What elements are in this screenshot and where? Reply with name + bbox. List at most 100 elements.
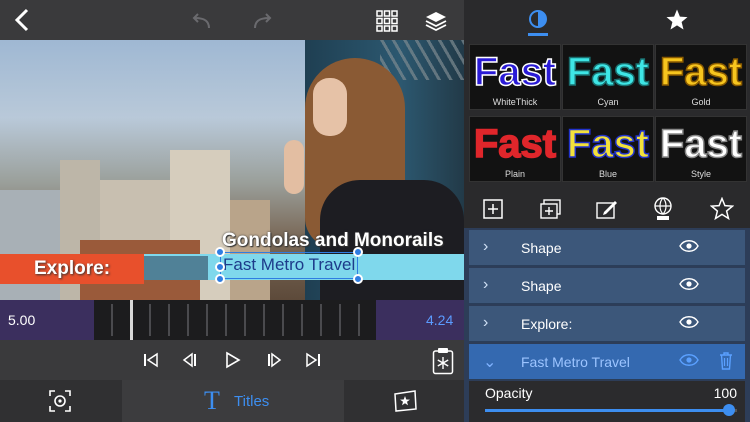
top-toolbar <box>0 0 464 40</box>
title-tag-dark <box>144 256 208 280</box>
style-tile[interactable]: Fast Blue <box>562 116 654 182</box>
ferris-wheel-structure <box>380 40 464 80</box>
chevron-down-icon[interactable]: ⌄ <box>483 352 496 372</box>
layer-label: Explore: <box>521 316 573 332</box>
layer-row-selected[interactable]: ⌄ Fast Metro Travel <box>469 344 745 380</box>
visibility-toggle[interactable] <box>679 315 699 334</box>
timeline-ticks <box>94 304 376 336</box>
tab-appearance[interactable] <box>522 4 554 36</box>
duplicate-icon <box>540 199 561 219</box>
focus-target-icon <box>49 390 71 412</box>
visibility-toggle[interactable] <box>679 277 699 296</box>
style-tile[interactable]: Fast Plain <box>469 116 561 182</box>
opacity-slider-fill <box>485 409 730 412</box>
visibility-toggle[interactable] <box>679 353 699 372</box>
timeline-bar[interactable]: 5.00 4.24 <box>0 300 464 340</box>
inspector-tabs <box>464 0 750 40</box>
chevron-right-icon[interactable]: › <box>483 314 488 332</box>
layer-row[interactable]: › Shape <box>469 268 745 304</box>
video-preview[interactable]: Gondolas and Monorails Explore: Fast Met… <box>0 40 464 300</box>
playhead[interactable] <box>130 300 133 340</box>
delete-layer-button[interactable] <box>719 352 733 375</box>
layer-row[interactable]: › Shape <box>469 230 745 266</box>
eye-icon <box>679 240 699 252</box>
layer-row[interactable]: › Explore: <box>469 306 745 342</box>
opacity-slider-knob[interactable] <box>723 404 736 416</box>
skip-start-icon <box>144 352 158 368</box>
style-label: Blue <box>598 169 617 179</box>
tab-titles[interactable]: T Titles <box>122 380 344 422</box>
style-preview-word: Fast <box>473 49 557 95</box>
add-layer-button[interactable] <box>480 196 506 222</box>
style-tile[interactable]: Fast Style <box>655 116 747 182</box>
resize-handle[interactable] <box>353 274 363 284</box>
undo-icon <box>192 13 210 29</box>
style-preview-word: Fast <box>566 49 650 95</box>
layers-icon <box>425 12 447 32</box>
timeline-start-time: 5.00 <box>8 312 36 328</box>
add-square-icon <box>483 199 503 219</box>
style-layer-button[interactable] <box>650 194 676 224</box>
step-forward-button[interactable] <box>262 350 284 370</box>
chevron-right-icon[interactable]: › <box>483 276 488 294</box>
skip-end-button[interactable] <box>302 350 324 370</box>
style-preview-word: Fast <box>473 121 557 167</box>
grid-button[interactable] <box>374 8 400 34</box>
style-label: Style <box>690 169 711 179</box>
duplicate-layer-button[interactable] <box>538 196 564 222</box>
opacity-panel: Opacity 100 <box>469 381 745 422</box>
tab-favorites[interactable] <box>662 6 692 34</box>
tab-titles-label: Titles <box>234 393 270 410</box>
style-tile[interactable]: Fast Gold <box>655 44 747 110</box>
eye-icon <box>679 316 699 328</box>
layer-label: Shape <box>521 278 562 294</box>
title-heading[interactable]: Gondolas and Monorails <box>222 230 444 252</box>
woman-face <box>313 78 347 136</box>
style-label: WhiteThick <box>492 97 538 107</box>
style-label: Plain <box>504 169 525 179</box>
clipboard-button[interactable] <box>430 346 456 376</box>
skip-start-button[interactable] <box>140 350 162 370</box>
step-back-button[interactable] <box>180 350 202 370</box>
layer-label: Shape <box>521 240 562 256</box>
back-button[interactable] <box>8 6 36 34</box>
resize-handle[interactable] <box>215 262 225 272</box>
visibility-toggle[interactable] <box>679 239 699 258</box>
chevron-left-icon <box>14 8 29 32</box>
star-outline-icon <box>710 197 734 221</box>
style-tile[interactable]: Fast WhiteThick <box>469 44 561 110</box>
opacity-slider[interactable] <box>485 404 737 416</box>
layers-button[interactable] <box>422 8 450 34</box>
redo-icon <box>254 13 272 29</box>
opacity-label: Opacity <box>485 385 533 401</box>
bottom-tab-bar: T Titles <box>0 380 464 422</box>
chevron-right-icon[interactable]: › <box>483 238 488 256</box>
undo-button[interactable] <box>186 8 216 34</box>
step-forward-icon <box>268 352 282 368</box>
style-tile[interactable]: Fast Cyan <box>562 44 654 110</box>
layer-tools <box>464 190 750 228</box>
favorite-layer-button[interactable] <box>708 195 736 223</box>
style-preview-word: Fast <box>659 49 743 95</box>
play-icon <box>226 351 241 369</box>
transition-button[interactable] <box>390 388 420 414</box>
style-preview-word: Fast <box>659 121 743 167</box>
style-preview-word: Fast <box>566 121 650 167</box>
style-label: Gold <box>691 97 711 107</box>
transport-controls <box>0 340 464 380</box>
resize-handle[interactable] <box>215 247 225 257</box>
star-icon <box>666 9 688 30</box>
play-button[interactable] <box>222 350 244 370</box>
style-presets-grid: Fast WhiteThick Fast Cyan Fast Gold Fast… <box>464 40 750 190</box>
selection-box[interactable]: Fast Metro Travel <box>220 252 358 279</box>
edit-layer-button[interactable] <box>594 196 620 222</box>
eye-icon <box>679 354 699 366</box>
focus-button[interactable] <box>46 388 74 414</box>
skip-end-icon <box>306 352 320 368</box>
clipboard-snowflake-icon <box>432 348 454 375</box>
resize-handle[interactable] <box>215 274 225 284</box>
resize-handle[interactable] <box>353 247 363 257</box>
title-tag-text[interactable]: Explore: <box>34 258 110 280</box>
redo-button[interactable] <box>248 8 278 34</box>
timeline-scrubber[interactable] <box>94 300 376 340</box>
